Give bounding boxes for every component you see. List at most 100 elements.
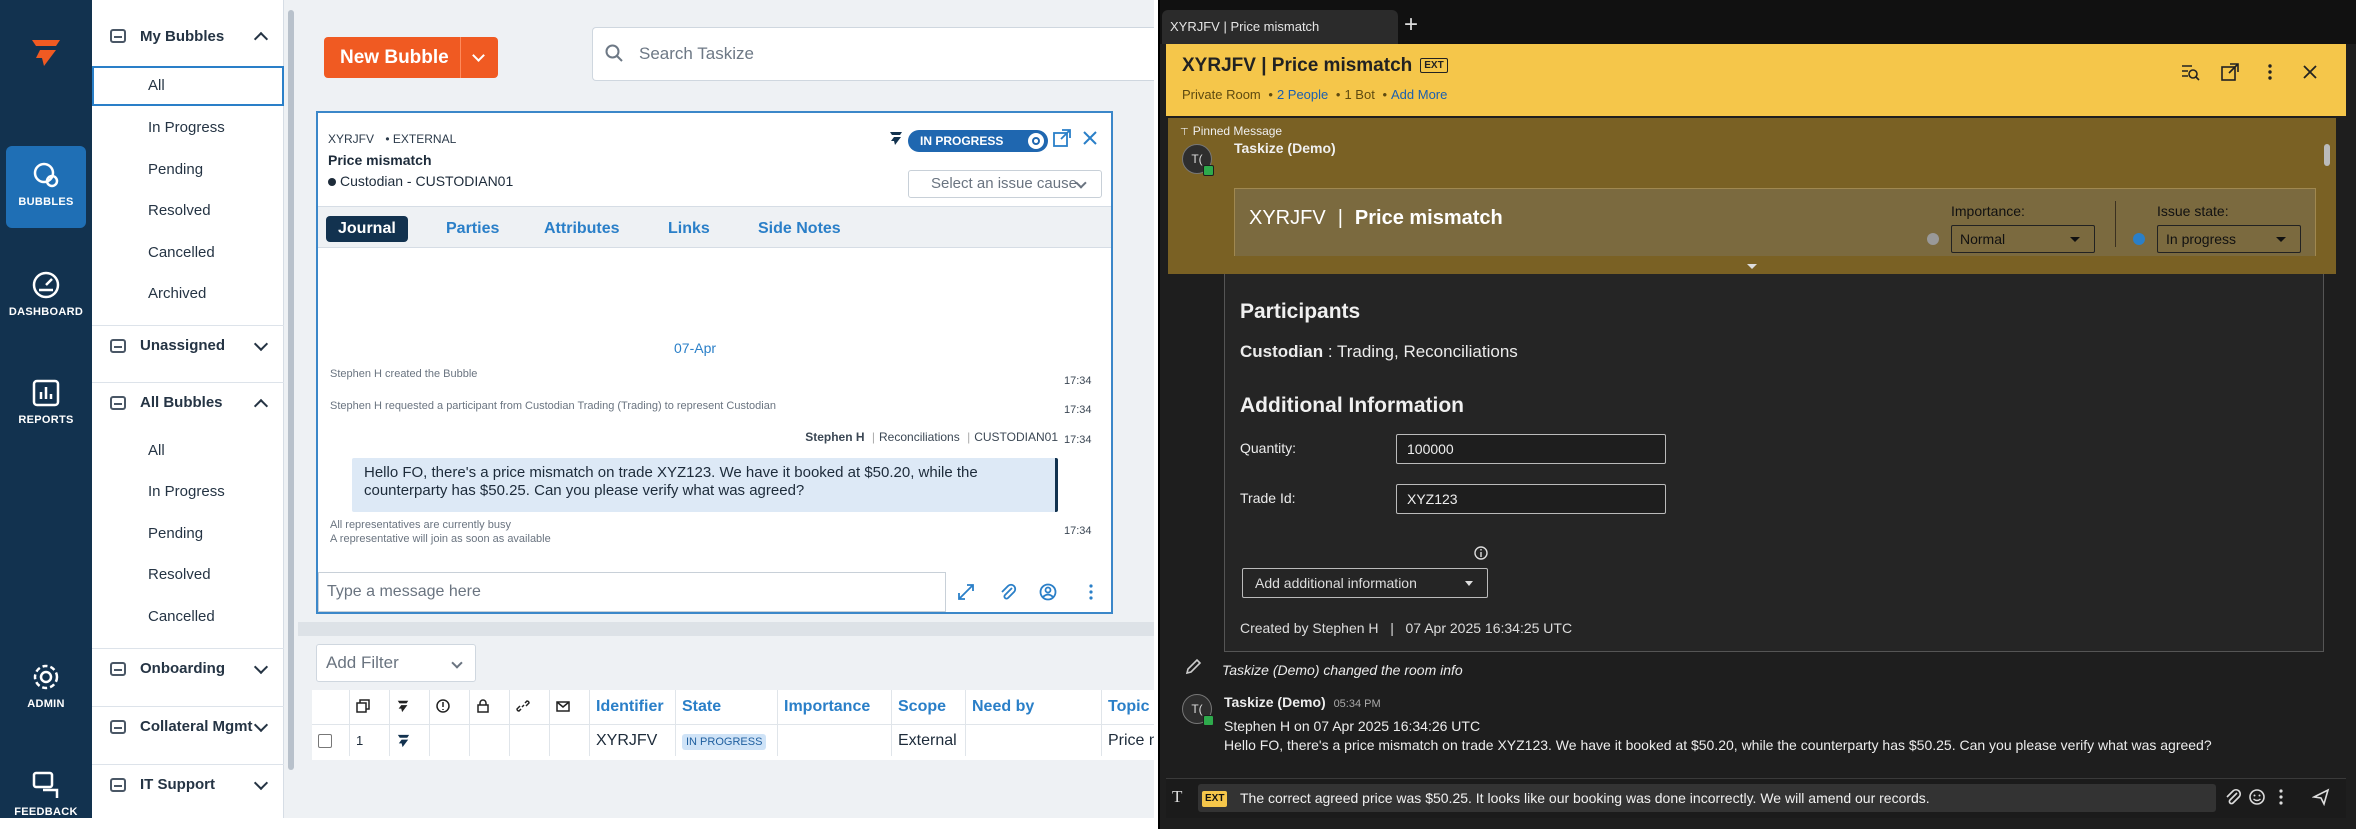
col-importance[interactable]: Importance bbox=[778, 690, 892, 724]
attachment-icon[interactable] bbox=[2224, 788, 2242, 806]
message-meta: Stephen H | Reconciliations | CUSTODIAN01 bbox=[805, 430, 1058, 444]
quantity-field[interactable]: 100000 bbox=[1396, 434, 1666, 464]
chevron-down-icon[interactable] bbox=[253, 775, 269, 791]
browser-tab[interactable]: XYRJFV | Price mismatch bbox=[1162, 10, 1398, 44]
search-placeholder: Search Taskize bbox=[639, 44, 754, 63]
close-icon[interactable] bbox=[1082, 130, 1098, 146]
my-bubbles-resolved[interactable]: Resolved bbox=[92, 191, 284, 231]
pinned-scrollbar[interactable] bbox=[2324, 144, 2330, 166]
taskize-logo-icon[interactable] bbox=[26, 36, 66, 68]
all-bubbles-pending[interactable]: Pending bbox=[92, 514, 284, 554]
my-bubbles-archived[interactable]: Archived bbox=[92, 274, 284, 314]
rail-dashboard[interactable]: DASHBOARD bbox=[6, 270, 86, 318]
rail-feedback[interactable]: FEEDBACK bbox=[6, 770, 86, 818]
search-messages-icon[interactable] bbox=[2180, 62, 2200, 82]
open-external-icon[interactable] bbox=[2220, 62, 2240, 82]
row-logo-cell bbox=[390, 724, 430, 756]
app-rail: BUBBLES DASHBOARD REPORTS ADMIN FEEDBACK bbox=[0, 0, 92, 818]
rail-bubbles[interactable]: BUBBLES bbox=[6, 146, 86, 228]
send-icon[interactable] bbox=[2312, 788, 2330, 806]
participants-heading: Participants bbox=[1240, 300, 1361, 323]
attachment-icon[interactable] bbox=[999, 583, 1017, 601]
add-additional-info-select[interactable]: Add additional information bbox=[1242, 568, 1488, 598]
message-input[interactable]: Type a message here bbox=[318, 572, 946, 612]
chevron-down-icon[interactable] bbox=[253, 717, 269, 733]
my-bubbles-cancelled[interactable]: Cancelled bbox=[92, 233, 284, 273]
new-tab-icon[interactable]: + bbox=[1404, 10, 1418, 40]
col-state[interactable]: State bbox=[676, 690, 778, 724]
col-topic[interactable]: Topic bbox=[1102, 690, 1154, 724]
issue-cause-select[interactable]: Select an issue cause bbox=[908, 170, 1102, 198]
importance-select[interactable]: Normal bbox=[1951, 225, 2095, 253]
table-row[interactable] bbox=[312, 724, 350, 756]
chevron-up-icon[interactable] bbox=[253, 31, 269, 47]
group-label: Collateral Mgmt bbox=[140, 718, 253, 735]
avatar[interactable]: T( bbox=[1182, 144, 1214, 176]
col-identifier[interactable]: Identifier bbox=[590, 690, 676, 724]
add-more-link[interactable]: Add More bbox=[1391, 87, 1447, 102]
search-icon bbox=[605, 44, 623, 62]
chevron-up-icon[interactable] bbox=[253, 398, 269, 414]
sidebar-scrollbar[interactable] bbox=[284, 0, 298, 818]
avatar[interactable]: T( bbox=[1182, 694, 1214, 726]
info-icon[interactable] bbox=[1474, 546, 1488, 560]
open-external-icon[interactable] bbox=[1052, 128, 1072, 148]
journal-event: Stephen H requested a participant from C… bbox=[330, 400, 776, 412]
participants-line: Custodian : Trading, Reconciliations bbox=[1240, 342, 1518, 362]
col-scope[interactable]: Scope bbox=[892, 690, 966, 724]
user-circle-icon[interactable] bbox=[1039, 583, 1057, 601]
chevron-down-icon[interactable] bbox=[253, 659, 269, 675]
group-label: All Bubbles bbox=[140, 394, 223, 411]
group-unassigned[interactable]: Unassigned bbox=[92, 325, 284, 365]
all-bubbles-in-progress[interactable]: In Progress bbox=[92, 472, 284, 512]
my-bubbles-all[interactable]: All bbox=[92, 66, 284, 106]
chat-input[interactable]: The correct agreed price was $50.25. It … bbox=[1198, 784, 2216, 812]
my-bubbles-pending[interactable]: Pending bbox=[92, 150, 284, 190]
more-vertical-icon[interactable] bbox=[2260, 62, 2280, 82]
new-bubble-button[interactable]: New Bubble bbox=[324, 37, 498, 78]
text-format-icon[interactable]: T bbox=[1172, 787, 1182, 807]
additional-info-heading: Additional Information bbox=[1240, 394, 1464, 417]
close-icon[interactable] bbox=[2300, 62, 2320, 82]
all-bubbles-all[interactable]: All bbox=[92, 431, 284, 471]
tab-attributes[interactable]: Attributes bbox=[532, 216, 632, 242]
new-bubble-dropdown[interactable] bbox=[460, 37, 498, 78]
row-checkbox[interactable] bbox=[318, 734, 332, 748]
emoji-icon[interactable] bbox=[2248, 788, 2266, 806]
more-vertical-icon[interactable] bbox=[2272, 788, 2290, 806]
status-toggle[interactable]: IN PROGRESS bbox=[908, 130, 1048, 152]
trade-id-label: Trade Id: bbox=[1240, 490, 1296, 506]
group-collateral-mgmt[interactable]: Collateral Mgmt bbox=[92, 706, 284, 746]
tab-side-notes[interactable]: Side Notes bbox=[746, 216, 853, 242]
group-my-bubbles[interactable]: My Bubbles bbox=[92, 16, 284, 56]
col-need-by[interactable]: Need by bbox=[966, 690, 1102, 724]
my-bubbles-in-progress[interactable]: In Progress bbox=[92, 108, 284, 148]
scrollbar-thumb[interactable] bbox=[288, 10, 294, 770]
tab-journal[interactable]: Journal bbox=[326, 216, 408, 242]
expand-icon[interactable] bbox=[957, 583, 975, 601]
search-input[interactable]: Search Taskize bbox=[592, 27, 1154, 81]
ext-badge: EXT bbox=[1420, 58, 1448, 73]
group-onboarding[interactable]: Onboarding bbox=[92, 648, 284, 688]
issue-state-select[interactable]: In progress bbox=[2157, 225, 2301, 253]
all-bubbles-cancelled[interactable]: Cancelled bbox=[92, 597, 284, 637]
participants-value: : Trading, Reconciliations bbox=[1327, 342, 1518, 361]
expand-pinned-icon[interactable] bbox=[1747, 264, 1757, 269]
rail-reports[interactable]: REPORTS bbox=[6, 378, 86, 426]
trade-id-field[interactable]: XYZ123 bbox=[1396, 484, 1666, 514]
row-identifier[interactable]: XYRJFV bbox=[590, 724, 676, 756]
bubble-party: Custodian - CUSTODIAN01 bbox=[328, 173, 513, 189]
all-bubbles-resolved[interactable]: Resolved bbox=[92, 555, 284, 595]
lock-icon bbox=[477, 699, 489, 713]
group-all-bubbles[interactable]: All Bubbles bbox=[92, 382, 284, 422]
more-vertical-icon[interactable] bbox=[1082, 583, 1100, 601]
add-filter-select[interactable]: Add Filter bbox=[316, 644, 476, 682]
group-it-support[interactable]: IT Support bbox=[92, 764, 284, 804]
col-copy bbox=[350, 690, 390, 724]
tab-links[interactable]: Links bbox=[656, 216, 722, 242]
room-people-link[interactable]: 2 People bbox=[1277, 87, 1328, 102]
tab-parties[interactable]: Parties bbox=[434, 216, 511, 242]
rail-admin[interactable]: ADMIN bbox=[6, 662, 86, 710]
chevron-down-icon[interactable] bbox=[253, 336, 269, 352]
bubble-scope: • EXTERNAL bbox=[385, 132, 457, 146]
